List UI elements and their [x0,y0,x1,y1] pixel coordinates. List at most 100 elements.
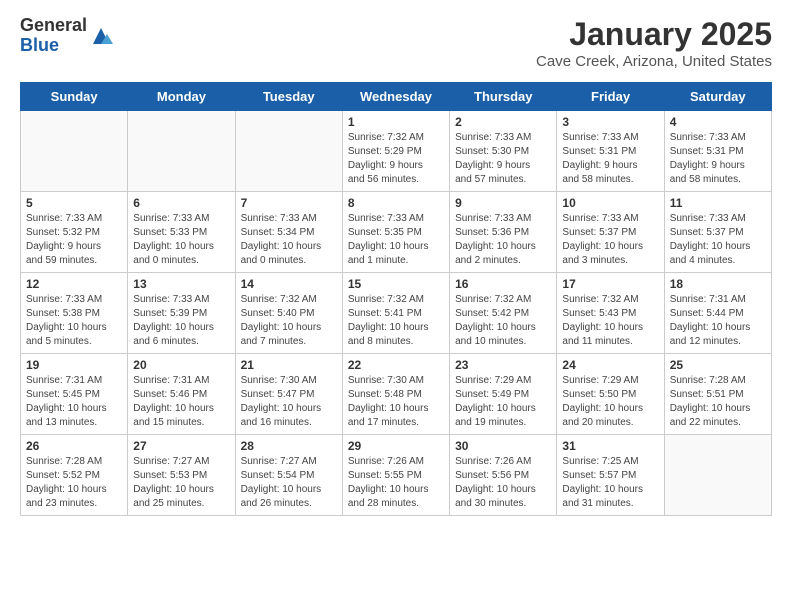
day-cell: 13 Sunrise: 7:33 AM Sunset: 5:39 PM Dayli… [128,273,235,354]
day-info: Sunrise: 7:33 AM Sunset: 5:36 PM Dayligh… [455,212,551,268]
day-info: Sunrise: 7:31 AM Sunset: 5:44 PM Dayligh… [670,293,766,349]
day-number: 2 [455,115,551,129]
day-cell: 6Sunrise: 7:33 AM Sunset: 5:33 PM Daylig… [128,192,235,273]
day-number: 18 [670,277,766,291]
day-info: Sunrise: 7:33 AM Sunset: 5:35 PM Dayligh… [348,212,444,268]
logo-blue: Blue [20,36,87,56]
day-cell: 17 Sunrise: 7:32 AM Sunset: 5:43 PM Dayli… [557,273,664,354]
day-cell: 10Sunrise: 7:33 AM Sunset: 5:37 PM Dayli… [557,192,664,273]
day-info: Sunrise: 7:29 AM Sunset: 5:49 PM Dayligh… [455,374,551,430]
day-cell: 14 Sunrise: 7:32 AM Sunset: 5:40 PM Dayli… [235,273,342,354]
day-cell: 16 Sunrise: 7:32 AM Sunset: 5:42 PM Dayli… [450,273,557,354]
day-cell: 3 Sunrise: 7:33 AM Sunset: 5:31 PM Daylig… [557,111,664,192]
day-cell: 18 Sunrise: 7:31 AM Sunset: 5:44 PM Dayli… [664,273,771,354]
day-cell [235,111,342,192]
week-row-4: 26 Sunrise: 7:28 AM Sunset: 5:52 PM Dayli… [21,435,772,516]
day-info: Sunrise: 7:25 AM Sunset: 5:57 PM Dayligh… [562,455,658,511]
day-number: 21 [241,358,337,372]
calendar-subtitle: Cave Creek, Arizona, United States [536,53,772,70]
calendar-title: January 2025 [536,16,772,53]
calendar-container: General Blue January 2025 Cave Creek, Ar… [0,0,792,536]
day-number: 5 [26,196,122,210]
day-number: 31 [562,439,658,453]
day-number: 9 [455,196,551,210]
day-info: Sunrise: 7:33 AM Sunset: 5:33 PM Dayligh… [133,212,229,268]
day-number: 16 [455,277,551,291]
day-number: 11 [670,196,766,210]
header: General Blue January 2025 Cave Creek, Ar… [20,16,772,70]
day-number: 26 [26,439,122,453]
day-info: Sunrise: 7:26 AM Sunset: 5:55 PM Dayligh… [348,455,444,511]
day-info: Sunrise: 7:33 AM Sunset: 5:39 PM Dayligh… [133,293,229,349]
header-friday: Friday [557,83,664,111]
day-info: Sunrise: 7:33 AM Sunset: 5:38 PM Dayligh… [26,293,122,349]
day-cell: 24Sunrise: 7:29 AM Sunset: 5:50 PM Dayli… [557,354,664,435]
logo: General Blue [20,16,113,56]
day-info: Sunrise: 7:32 AM Sunset: 5:42 PM Dayligh… [455,293,551,349]
day-cell: 7 Sunrise: 7:33 AM Sunset: 5:34 PM Daylig… [235,192,342,273]
day-number: 24 [562,358,658,372]
day-info: Sunrise: 7:32 AM Sunset: 5:29 PM Dayligh… [348,131,444,187]
day-info: Sunrise: 7:33 AM Sunset: 5:34 PM Dayligh… [241,212,337,268]
day-cell: 9 Sunrise: 7:33 AM Sunset: 5:36 PM Daylig… [450,192,557,273]
day-cell: 30Sunrise: 7:26 AM Sunset: 5:56 PM Dayli… [450,435,557,516]
day-cell: 2Sunrise: 7:33 AM Sunset: 5:30 PM Daylig… [450,111,557,192]
day-cell: 19Sunrise: 7:31 AM Sunset: 5:45 PM Dayli… [21,354,128,435]
calendar-table: Sunday Monday Tuesday Wednesday Thursday… [20,82,772,516]
day-info: Sunrise: 7:26 AM Sunset: 5:56 PM Dayligh… [455,455,551,511]
logo-text: General Blue [20,16,87,56]
day-cell: 20 Sunrise: 7:31 AM Sunset: 5:46 PM Dayli… [128,354,235,435]
day-number: 7 [241,196,337,210]
day-cell: 28Sunrise: 7:27 AM Sunset: 5:54 PM Dayli… [235,435,342,516]
day-info: Sunrise: 7:31 AM Sunset: 5:46 PM Dayligh… [133,374,229,430]
day-cell: 1Sunrise: 7:32 AM Sunset: 5:29 PM Daylig… [342,111,449,192]
day-cell: 27Sunrise: 7:27 AM Sunset: 5:53 PM Dayli… [128,435,235,516]
day-cell: 25 Sunrise: 7:28 AM Sunset: 5:51 PM Dayli… [664,354,771,435]
week-row-1: 5 Sunrise: 7:33 AM Sunset: 5:32 PM Daylig… [21,192,772,273]
day-info: Sunrise: 7:28 AM Sunset: 5:52 PM Dayligh… [26,455,122,511]
day-info: Sunrise: 7:33 AM Sunset: 5:32 PM Dayligh… [26,212,122,268]
day-cell: 29 Sunrise: 7:26 AM Sunset: 5:55 PM Dayli… [342,435,449,516]
day-number: 29 [348,439,444,453]
header-tuesday: Tuesday [235,83,342,111]
header-thursday: Thursday [450,83,557,111]
day-number: 10 [562,196,658,210]
day-cell [21,111,128,192]
day-info: Sunrise: 7:30 AM Sunset: 5:48 PM Dayligh… [348,374,444,430]
header-monday: Monday [128,83,235,111]
week-row-0: 1Sunrise: 7:32 AM Sunset: 5:29 PM Daylig… [21,111,772,192]
day-number: 28 [241,439,337,453]
day-number: 4 [670,115,766,129]
day-cell: 4 Sunrise: 7:33 AM Sunset: 5:31 PM Daylig… [664,111,771,192]
day-number: 3 [562,115,658,129]
header-wednesday: Wednesday [342,83,449,111]
day-cell: 22Sunrise: 7:30 AM Sunset: 5:48 PM Dayli… [342,354,449,435]
day-info: Sunrise: 7:32 AM Sunset: 5:40 PM Dayligh… [241,293,337,349]
day-cell: 15 Sunrise: 7:32 AM Sunset: 5:41 PM Dayli… [342,273,449,354]
day-number: 17 [562,277,658,291]
day-info: Sunrise: 7:32 AM Sunset: 5:41 PM Dayligh… [348,293,444,349]
day-number: 25 [670,358,766,372]
day-cell [128,111,235,192]
day-number: 20 [133,358,229,372]
day-info: Sunrise: 7:33 AM Sunset: 5:31 PM Dayligh… [670,131,766,187]
header-saturday: Saturday [664,83,771,111]
day-number: 13 [133,277,229,291]
logo-general: General [20,16,87,36]
day-number: 14 [241,277,337,291]
day-cell: 21 Sunrise: 7:30 AM Sunset: 5:47 PM Dayli… [235,354,342,435]
day-number: 27 [133,439,229,453]
day-cell: 31 Sunrise: 7:25 AM Sunset: 5:57 PM Dayli… [557,435,664,516]
day-info: Sunrise: 7:33 AM Sunset: 5:31 PM Dayligh… [562,131,658,187]
week-row-2: 12 Sunrise: 7:33 AM Sunset: 5:38 PM Dayli… [21,273,772,354]
day-info: Sunrise: 7:31 AM Sunset: 5:45 PM Dayligh… [26,374,122,430]
day-info: Sunrise: 7:32 AM Sunset: 5:43 PM Dayligh… [562,293,658,349]
day-info: Sunrise: 7:30 AM Sunset: 5:47 PM Dayligh… [241,374,337,430]
header-sunday: Sunday [21,83,128,111]
day-cell: 11Sunrise: 7:33 AM Sunset: 5:37 PM Dayli… [664,192,771,273]
day-number: 15 [348,277,444,291]
day-number: 12 [26,277,122,291]
day-info: Sunrise: 7:28 AM Sunset: 5:51 PM Dayligh… [670,374,766,430]
day-number: 23 [455,358,551,372]
day-cell: 5 Sunrise: 7:33 AM Sunset: 5:32 PM Daylig… [21,192,128,273]
